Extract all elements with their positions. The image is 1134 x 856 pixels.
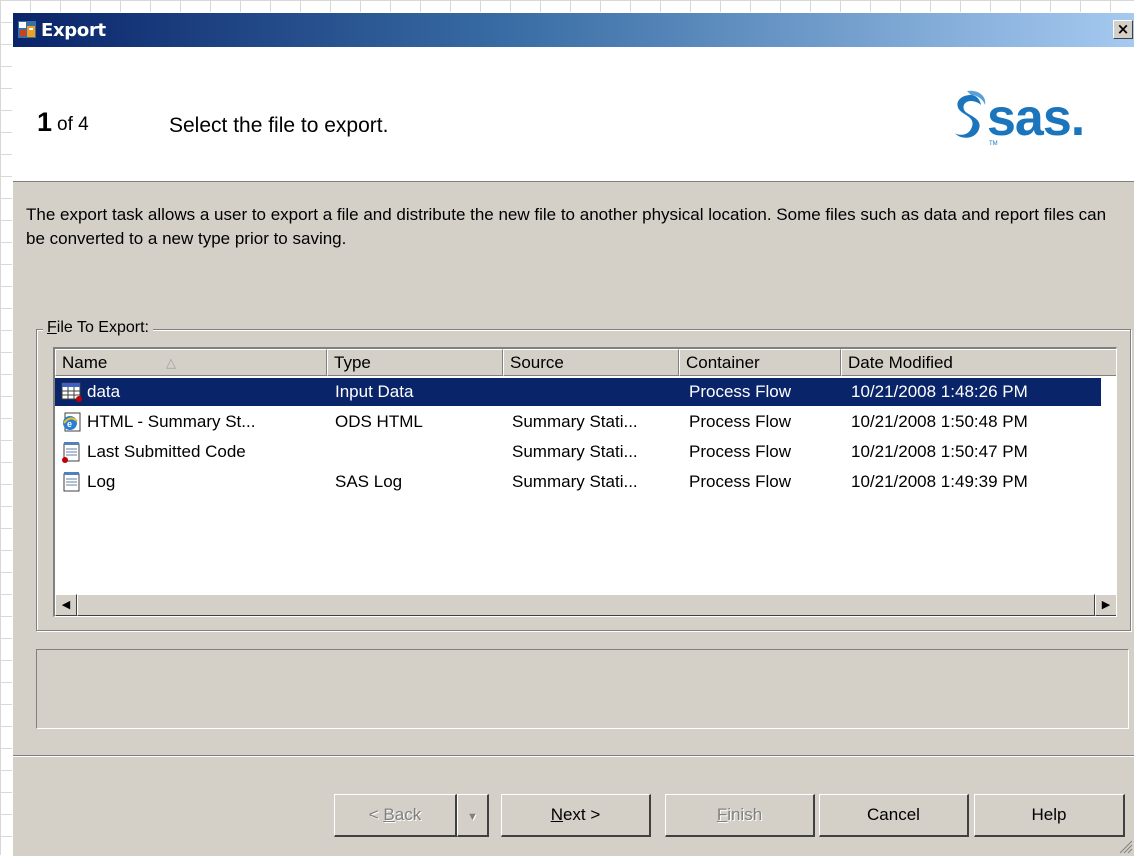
info-panel <box>36 649 1129 729</box>
html-document-icon: e <box>63 412 81 432</box>
next-mnemonic: N <box>550 805 563 824</box>
list-rows: data Input Data Process Flow 10/21/2008 … <box>55 377 1116 497</box>
help-label: Help <box>1031 805 1067 824</box>
sort-ascending-icon: △ <box>166 355 176 370</box>
export-app-icon <box>18 21 36 38</box>
legend-mnemonic: F <box>47 319 57 336</box>
code-notepad-icon <box>62 442 80 463</box>
cell-name: Last Submitted Code <box>55 438 327 466</box>
next-label-rest: ext > <box>562 805 601 824</box>
finish-mnemonic: F <box>716 805 728 824</box>
arrow-right-icon: ▶ <box>1101 599 1111 611</box>
cell-source: Summary Stati... <box>512 442 638 461</box>
cancel-button[interactable]: Cancel <box>819 794 969 837</box>
arrow-left-icon: ◀ <box>61 599 71 611</box>
list-row-last-submitted-code[interactable]: Last Submitted Code Summary Stati... Pro… <box>55 437 1116 467</box>
column-label: Container <box>686 353 760 372</box>
finish-button[interactable]: Finish <box>665 794 815 837</box>
column-label: Source <box>510 353 564 372</box>
cell-source: Summary Stati... <box>512 412 638 431</box>
column-label: Date Modified <box>848 353 953 372</box>
column-header-date-modified[interactable]: Date Modified <box>841 349 1116 376</box>
column-header-container[interactable]: Container <box>679 349 841 376</box>
cell-type <box>327 438 503 466</box>
back-button[interactable]: < Back <box>334 794 457 837</box>
column-label: Name <box>62 353 108 372</box>
scroll-left-button[interactable]: ◀ <box>55 594 77 616</box>
back-arrow-glyph: < <box>368 805 384 824</box>
step-number: 1 <box>37 107 53 137</box>
cell-name: data <box>55 378 327 406</box>
export-dialog: Export × 1 of 4 Select the file to expor… <box>12 12 1134 856</box>
cell-type: ODS HTML <box>335 412 423 431</box>
description-text: The export task allows a user to export … <box>26 205 1107 248</box>
sas-logo-tm: TM <box>989 141 998 147</box>
file-to-export-label: File To Export: <box>43 319 153 337</box>
list-row-html[interactable]: e HTML - Summary St... ODS HTML Summary … <box>55 407 1116 437</box>
back-dropdown-button[interactable]: ▼ <box>457 794 489 837</box>
cell-container: Process Flow <box>689 472 792 491</box>
help-button[interactable]: Help <box>974 794 1125 837</box>
cell-date-modified: 10/21/2008 1:48:26 PM <box>841 378 1101 406</box>
sas-logo: sas. TM <box>955 89 1085 147</box>
list-row-data[interactable]: data Input Data Process Flow 10/21/2008 … <box>55 377 1116 407</box>
back-label-rest: ack <box>394 805 422 824</box>
wizard-header: 1 of 4 Select the file to export. sas. T… <box>13 47 1134 182</box>
close-button[interactable]: × <box>1113 20 1133 39</box>
file-name: HTML - Summary St... <box>87 412 256 431</box>
window-title: Export <box>41 20 106 41</box>
column-header-type[interactable]: Type <box>327 349 503 376</box>
cell-container: Process Flow <box>679 378 841 406</box>
next-button[interactable]: Next > <box>501 794 651 837</box>
file-name: data <box>87 382 121 401</box>
chevron-down-icon: ▼ <box>467 811 478 823</box>
file-name: Log <box>87 472 116 491</box>
resize-grip-icon[interactable] <box>1117 838 1133 854</box>
sas-logo-text: sas. <box>987 89 1084 147</box>
log-notepad-icon <box>63 472 80 492</box>
step-title: Select the file to export. <box>169 114 389 137</box>
cell-name: e HTML - Summary St... <box>55 408 327 436</box>
scroll-right-button[interactable]: ▶ <box>1095 594 1116 616</box>
close-icon: × <box>1116 20 1130 38</box>
file-list[interactable]: Name △ Type Source Container Date Modifi… <box>53 347 1117 617</box>
legend-rest: ile To Export: <box>56 319 149 336</box>
data-table-icon <box>61 382 82 402</box>
cell-date-modified: 10/21/2008 1:50:47 PM <box>851 442 1028 461</box>
cancel-label: Cancel <box>867 805 920 824</box>
finish-label-rest: inish <box>727 805 763 824</box>
cell-date-modified: 10/21/2008 1:49:39 PM <box>851 472 1028 491</box>
back-mnemonic: B <box>383 805 395 824</box>
cell-name: Log <box>55 468 327 496</box>
button-separator <box>13 755 1134 757</box>
scroll-thumb[interactable] <box>77 594 1095 616</box>
list-header: Name △ Type Source Container Date Modifi… <box>55 349 1116 376</box>
list-row-log[interactable]: Log SAS Log Summary Stati... Process Flo… <box>55 467 1116 497</box>
horizontal-scrollbar[interactable]: ◀ ▶ <box>55 594 1116 616</box>
cell-source <box>503 378 679 406</box>
svg-text:e: e <box>67 419 72 429</box>
column-header-source[interactable]: Source <box>503 349 679 376</box>
column-header-name[interactable]: Name △ <box>55 349 327 376</box>
column-label: Type <box>334 353 371 372</box>
cell-container: Process Flow <box>689 412 792 431</box>
cell-type: Input Data <box>327 378 503 406</box>
cell-source: Summary Stati... <box>512 472 638 491</box>
title-bar[interactable]: Export × <box>13 13 1134 47</box>
step-count: of 4 <box>57 114 89 135</box>
cell-date-modified: 10/21/2008 1:50:48 PM <box>851 412 1028 431</box>
cell-type: SAS Log <box>335 472 403 491</box>
cell-container: Process Flow <box>689 442 792 461</box>
file-name: Last Submitted Code <box>87 442 246 461</box>
